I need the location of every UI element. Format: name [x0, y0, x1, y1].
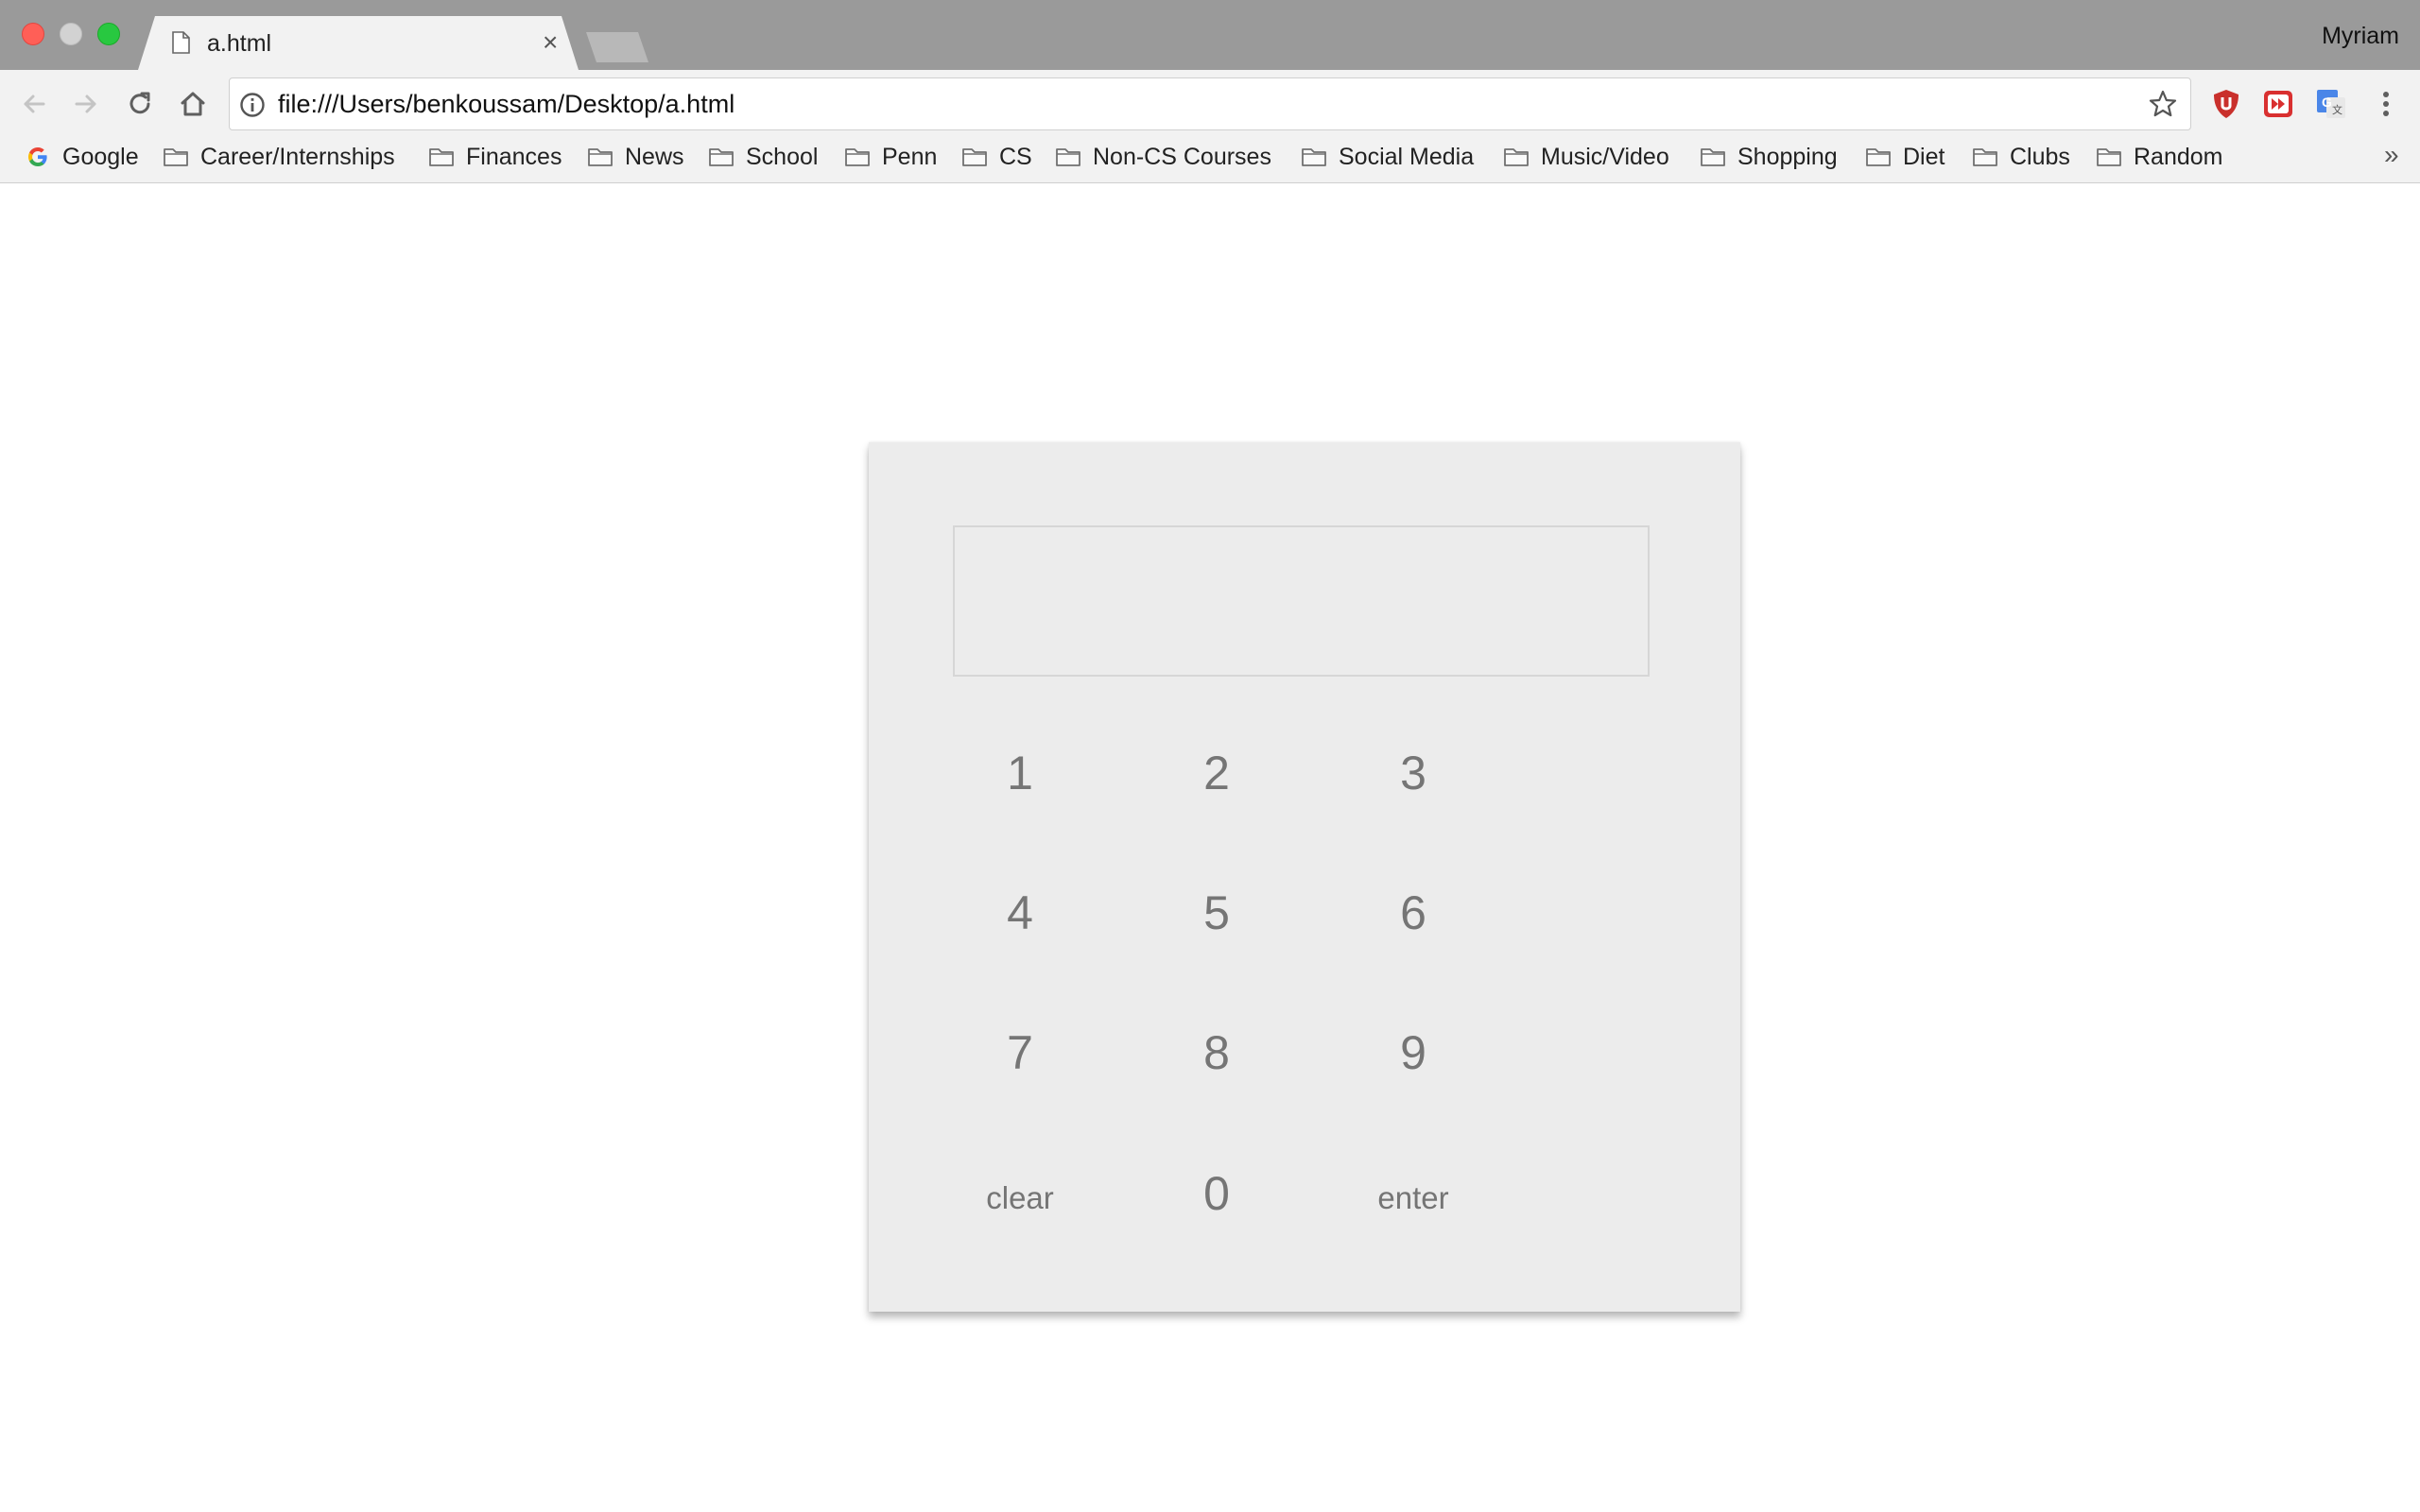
- folder-icon: [709, 148, 734, 166]
- bookmark-label: Finances: [466, 143, 562, 170]
- info-icon[interactable]: [238, 91, 267, 119]
- svg-text:文: 文: [2332, 103, 2342, 116]
- key-9[interactable]: 9: [1328, 1005, 1498, 1100]
- bookmark-folder-school[interactable]: School: [708, 142, 818, 172]
- url-text[interactable]: file:///Users/benkoussam/Desktop/a.html: [278, 89, 735, 119]
- bookmark-folder-news[interactable]: News: [587, 142, 684, 172]
- clear-button[interactable]: clear: [935, 1151, 1105, 1246]
- bookmark-label: Shopping: [1737, 143, 1838, 170]
- folder-icon: [962, 148, 987, 166]
- key-5[interactable]: 5: [1132, 866, 1302, 960]
- bookmark-label: CS: [999, 143, 1032, 170]
- profile-name[interactable]: Myriam: [2322, 23, 2399, 50]
- key-0[interactable]: 0: [1132, 1146, 1302, 1241]
- folder-icon: [429, 148, 454, 166]
- tab-close-icon[interactable]: ×: [543, 28, 558, 57]
- ublock-icon[interactable]: [2209, 87, 2243, 121]
- reload-icon[interactable]: [123, 87, 157, 121]
- folder-icon: [1056, 148, 1080, 166]
- new-tab-button[interactable]: [586, 32, 648, 62]
- key-7[interactable]: 7: [935, 1005, 1105, 1100]
- bookmark-folder-clubs[interactable]: Clubs: [1972, 142, 2070, 172]
- svg-text:G: G: [2322, 94, 2332, 110]
- bookmark-label: Social Media: [1339, 143, 1475, 170]
- bookmark-label: News: [625, 143, 684, 170]
- folder-icon: [588, 148, 613, 166]
- home-icon[interactable]: [176, 87, 210, 121]
- folder-icon: [1973, 148, 1997, 166]
- bookmark-label: Clubs: [2010, 143, 2070, 170]
- bookmark-folder-penn[interactable]: Penn: [844, 142, 937, 172]
- key-8[interactable]: 8: [1132, 1005, 1302, 1100]
- bookmarks-overflow-chevron-icon[interactable]: »: [2384, 140, 2399, 170]
- enter-button[interactable]: enter: [1328, 1151, 1498, 1246]
- bookmark-label: Diet: [1903, 143, 1945, 170]
- bookmark-label: Non-CS Courses: [1093, 143, 1271, 170]
- tab-active[interactable]: [138, 16, 579, 70]
- bookmark-folder-finances[interactable]: Finances: [428, 142, 562, 172]
- bookmark-label: School: [746, 143, 819, 170]
- key-1[interactable]: 1: [935, 726, 1105, 820]
- bookmark-label: Penn: [882, 143, 938, 170]
- key-2[interactable]: 2: [1132, 726, 1302, 820]
- bookmark-label: Music/Video: [1541, 143, 1669, 170]
- bookmark-label: Random: [2134, 143, 2223, 170]
- folder-icon: [1701, 148, 1725, 166]
- menu-dots-icon[interactable]: [2375, 87, 2397, 121]
- forward-arrow-icon[interactable]: [69, 87, 103, 121]
- bookmark-folder-diet[interactable]: Diet: [1865, 142, 1945, 172]
- bookmark-folder-non-cs-courses[interactable]: Non-CS Courses: [1055, 142, 1271, 172]
- key-6[interactable]: 6: [1328, 866, 1498, 960]
- folder-icon: [1504, 148, 1529, 166]
- back-arrow-icon[interactable]: [17, 87, 51, 121]
- bookmark-label: Google: [62, 143, 139, 170]
- star-icon[interactable]: [2148, 89, 2178, 119]
- keypad-display: [953, 525, 1650, 677]
- google-g-icon: [28, 147, 47, 166]
- bookmark-google[interactable]: Google: [25, 142, 139, 172]
- folder-icon: [845, 148, 870, 166]
- folder-icon: [164, 148, 188, 166]
- bookmark-folder-music-video[interactable]: Music/Video: [1503, 142, 1669, 172]
- folder-icon: [1866, 148, 1891, 166]
- bookmark-folder-shopping[interactable]: Shopping: [1700, 142, 1838, 172]
- bookmark-folder-social-media[interactable]: Social Media: [1301, 142, 1474, 172]
- tab-title: a.html: [207, 30, 272, 57]
- key-4[interactable]: 4: [935, 866, 1105, 960]
- bookmark-folder-random[interactable]: Random: [2096, 142, 2223, 172]
- window-close-button[interactable]: [22, 23, 44, 45]
- bookmark-label: Career/Internships: [200, 143, 395, 170]
- window-minimize-button[interactable]: [60, 23, 82, 45]
- window-maximize-button[interactable]: [97, 23, 120, 45]
- bookmark-folder-career-internships[interactable]: Career/Internships: [163, 142, 395, 172]
- bookmark-folder-cs[interactable]: CS: [961, 142, 1032, 172]
- video-speed-icon[interactable]: [2261, 87, 2295, 121]
- page-icon: [172, 31, 190, 54]
- key-3[interactable]: 3: [1328, 726, 1498, 820]
- folder-icon: [1302, 148, 1326, 166]
- google-translate-icon[interactable]: G 文: [2314, 87, 2348, 121]
- folder-icon: [2097, 148, 2121, 166]
